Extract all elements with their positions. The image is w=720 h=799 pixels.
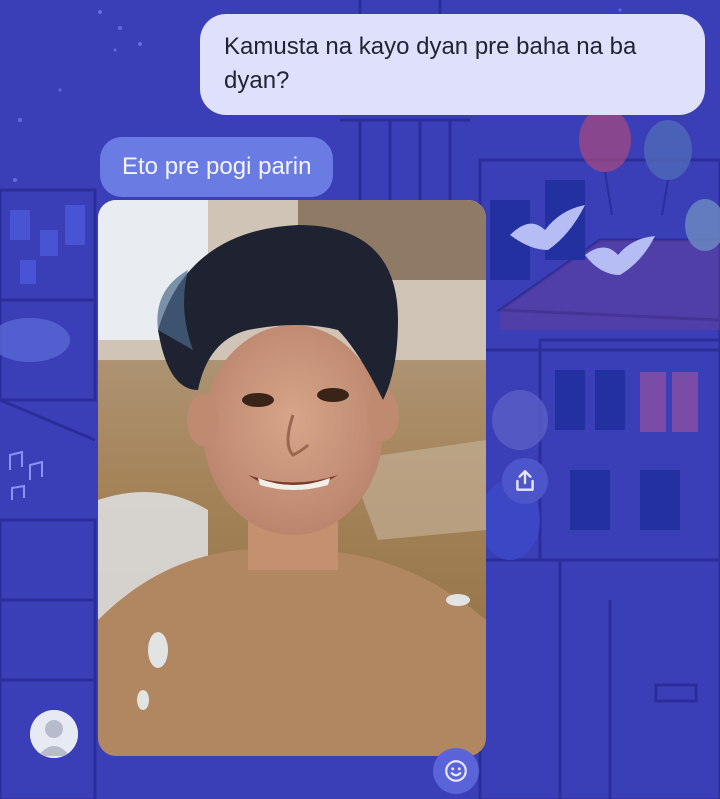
photo-content (98, 200, 486, 756)
share-icon (516, 470, 534, 491)
reaction-button[interactable] (433, 748, 479, 794)
user-avatar-icon (30, 710, 78, 758)
outgoing-message-bubble[interactable]: Kamusta na kayo dyan pre baha na ba dyan… (200, 14, 705, 115)
chat-screen: Kamusta na kayo dyan pre baha na ba dyan… (0, 0, 720, 799)
incoming-message-bubble[interactable]: Eto pre pogi parin (100, 137, 334, 197)
incoming-message-text: Eto pre pogi parin (122, 153, 312, 180)
smiley-icon (445, 760, 467, 782)
share-button[interactable] (502, 458, 548, 504)
sender-avatar[interactable] (30, 710, 78, 758)
outgoing-message-text: Kamusta na kayo dyan pre baha na ba dyan… (224, 33, 637, 94)
photo-attachment[interactable] (98, 200, 486, 756)
